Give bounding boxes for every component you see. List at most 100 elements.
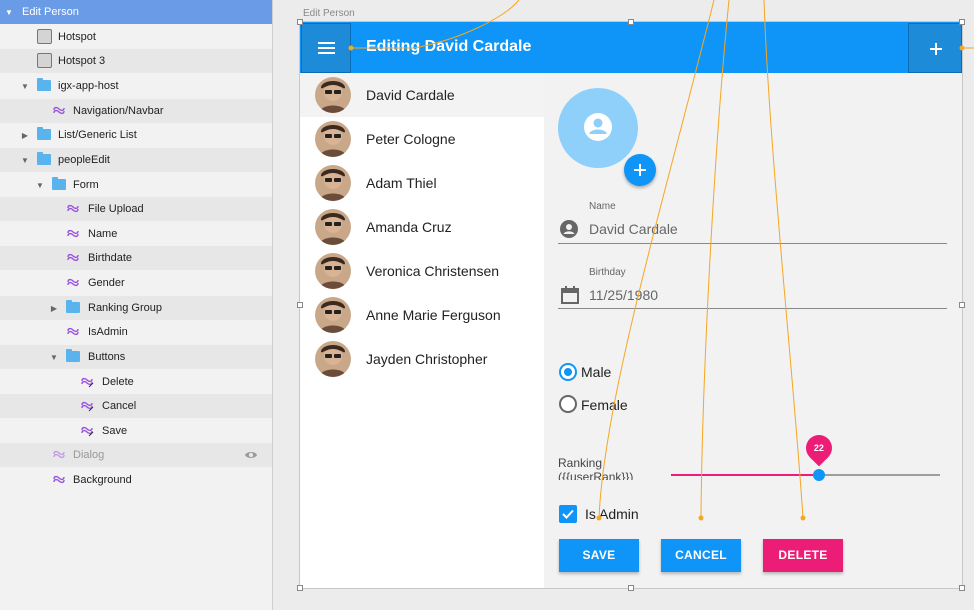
name-field[interactable]: David Cardale <box>589 221 678 237</box>
layer-label: Name <box>88 228 118 240</box>
avatar <box>315 165 351 201</box>
eye-icon[interactable] <box>244 448 258 462</box>
resize-handle[interactable] <box>628 19 634 25</box>
layer-background[interactable]: Background <box>0 468 272 492</box>
layer-form[interactable]: ▼ Form <box>0 173 272 197</box>
layer-label: Hotspot <box>58 31 96 43</box>
is-admin-checkbox[interactable] <box>559 505 577 523</box>
symbol-link-icon <box>53 106 65 115</box>
app-navbar: Editing David Cardale <box>300 22 962 73</box>
list-item[interactable]: Adam Thiel <box>300 161 544 205</box>
layer-is-admin[interactable]: IsAdmin <box>0 320 272 344</box>
expand-arrow-icon[interactable]: ▼ <box>20 82 30 91</box>
list-item[interactable]: Anne Marie Ferguson <box>300 293 544 337</box>
layer-label: Delete <box>102 376 134 388</box>
collapse-arrow-icon[interactable]: ▶ <box>20 131 30 140</box>
layer-label: List/Generic List <box>58 129 137 141</box>
layers-panel: ▼ Edit Person Hotspot Hotspot 3 ▼ igx-ap… <box>0 0 273 610</box>
person-name: David Cardale <box>366 87 455 103</box>
layer-delete[interactable]: Delete <box>0 370 272 394</box>
resize-handle[interactable] <box>959 19 965 25</box>
expand-arrow-icon[interactable]: ▼ <box>4 8 14 17</box>
symbol-link-icon <box>67 327 79 336</box>
layer-gender[interactable]: Gender <box>0 271 272 295</box>
list-item[interactable]: David Cardale <box>300 73 544 117</box>
layer-label: peopleEdit <box>58 154 110 166</box>
plus-icon <box>930 43 942 55</box>
list-item[interactable]: Amanda Cruz <box>300 205 544 249</box>
artboard-frame[interactable]: Editing David Cardale David Cardale Pete… <box>297 19 965 591</box>
list-item[interactable]: Veronica Christensen <box>300 249 544 293</box>
artboard-title[interactable]: Edit Person <box>303 8 355 19</box>
hotspot-icon <box>37 29 52 44</box>
expand-arrow-icon[interactable]: ▼ <box>49 353 59 362</box>
layer-dialog[interactable]: Dialog <box>0 443 272 467</box>
menu-button[interactable] <box>301 23 351 73</box>
symbol-hotspot-link-icon <box>81 401 94 412</box>
folder-icon <box>52 177 66 190</box>
layer-save[interactable]: Save <box>0 419 272 443</box>
avatar <box>315 121 351 157</box>
save-button[interactable]: SAVE <box>559 539 639 572</box>
cancel-button[interactable]: CANCEL <box>661 539 741 572</box>
layer-igx-app-host[interactable]: ▼ igx-app-host <box>0 74 272 98</box>
resize-handle[interactable] <box>297 585 303 591</box>
collapse-arrow-icon[interactable]: ▶ <box>49 304 59 313</box>
list-item[interactable]: Peter Cologne <box>300 117 544 161</box>
person-edit-form: Name David Cardale Birthday 11/25/1980 M… <box>544 73 962 588</box>
resize-handle[interactable] <box>297 302 303 308</box>
layer-cancel[interactable]: Cancel <box>0 394 272 418</box>
resize-handle[interactable] <box>297 19 303 25</box>
delete-button[interactable]: DELETE <box>763 539 843 572</box>
expand-arrow-icon[interactable]: ▼ <box>20 156 30 165</box>
add-person-button[interactable] <box>908 23 962 73</box>
radio-female[interactable] <box>559 395 577 413</box>
layer-hotspot-3[interactable]: Hotspot 3 <box>0 49 272 73</box>
symbol-link-icon <box>53 450 65 459</box>
resize-handle[interactable] <box>959 585 965 591</box>
calendar-icon[interactable] <box>560 285 580 305</box>
layer-ranking-group[interactable]: ▶ Ranking Group <box>0 296 272 320</box>
layer-label: Form <box>73 179 99 191</box>
person-name: Anne Marie Ferguson <box>366 307 501 323</box>
layer-label: Gender <box>88 277 125 289</box>
symbol-link-icon <box>67 229 79 238</box>
person-name: Veronica Christensen <box>366 263 500 279</box>
avatar <box>315 341 351 377</box>
layer-label: igx-app-host <box>58 80 119 92</box>
layer-label: Birthdate <box>88 252 133 264</box>
upload-photo-button[interactable] <box>624 154 656 186</box>
is-admin-label: Is Admin <box>585 506 639 522</box>
person-name: Peter Cologne <box>366 131 456 147</box>
ranking-slider-thumb[interactable] <box>812 469 825 481</box>
resize-handle[interactable] <box>959 302 965 308</box>
ranking-value: 22 <box>813 443 824 453</box>
people-list: David Cardale Peter Cologne Adam Thiel A… <box>300 73 544 588</box>
hamburger-icon <box>318 42 335 54</box>
layer-birthdate[interactable]: Birthdate <box>0 246 272 270</box>
layer-navigation-navbar[interactable]: Navigation/Navbar <box>0 99 272 123</box>
radio-male[interactable] <box>559 363 577 381</box>
layer-edit-person[interactable]: ▼ Edit Person <box>0 0 272 24</box>
layer-label: Buttons <box>88 351 126 363</box>
ranking-slider-fill <box>671 474 819 476</box>
layer-file-upload[interactable]: File Upload <box>0 197 272 221</box>
ranking-slider-track[interactable] <box>818 474 940 476</box>
resize-handle[interactable] <box>628 585 634 591</box>
layer-name[interactable]: Name <box>0 222 272 246</box>
layer-list-generic-list[interactable]: ▶ List/Generic List <box>0 123 272 147</box>
hotspot-icon <box>37 53 52 68</box>
design-canvas[interactable]: Edit Person Editing David Cardale David … <box>274 0 974 610</box>
expand-arrow-icon[interactable]: ▼ <box>35 181 45 190</box>
list-item[interactable]: Jayden Christopher <box>300 337 544 381</box>
layer-people-edit[interactable]: ▼ peopleEdit <box>0 148 272 172</box>
layer-label: Background <box>73 474 132 486</box>
birthday-field[interactable]: 11/25/1980 <box>589 287 658 303</box>
layer-hotspot[interactable]: Hotspot <box>0 25 272 49</box>
symbol-link-icon <box>67 278 79 287</box>
layer-buttons[interactable]: ▼ Buttons <box>0 345 272 369</box>
symbol-hotspot-link-icon <box>81 426 94 437</box>
person-name: Adam Thiel <box>366 175 437 191</box>
profile-photo[interactable] <box>558 88 656 186</box>
ranking-label: Ranking ({{userRank}}) <box>558 456 634 480</box>
